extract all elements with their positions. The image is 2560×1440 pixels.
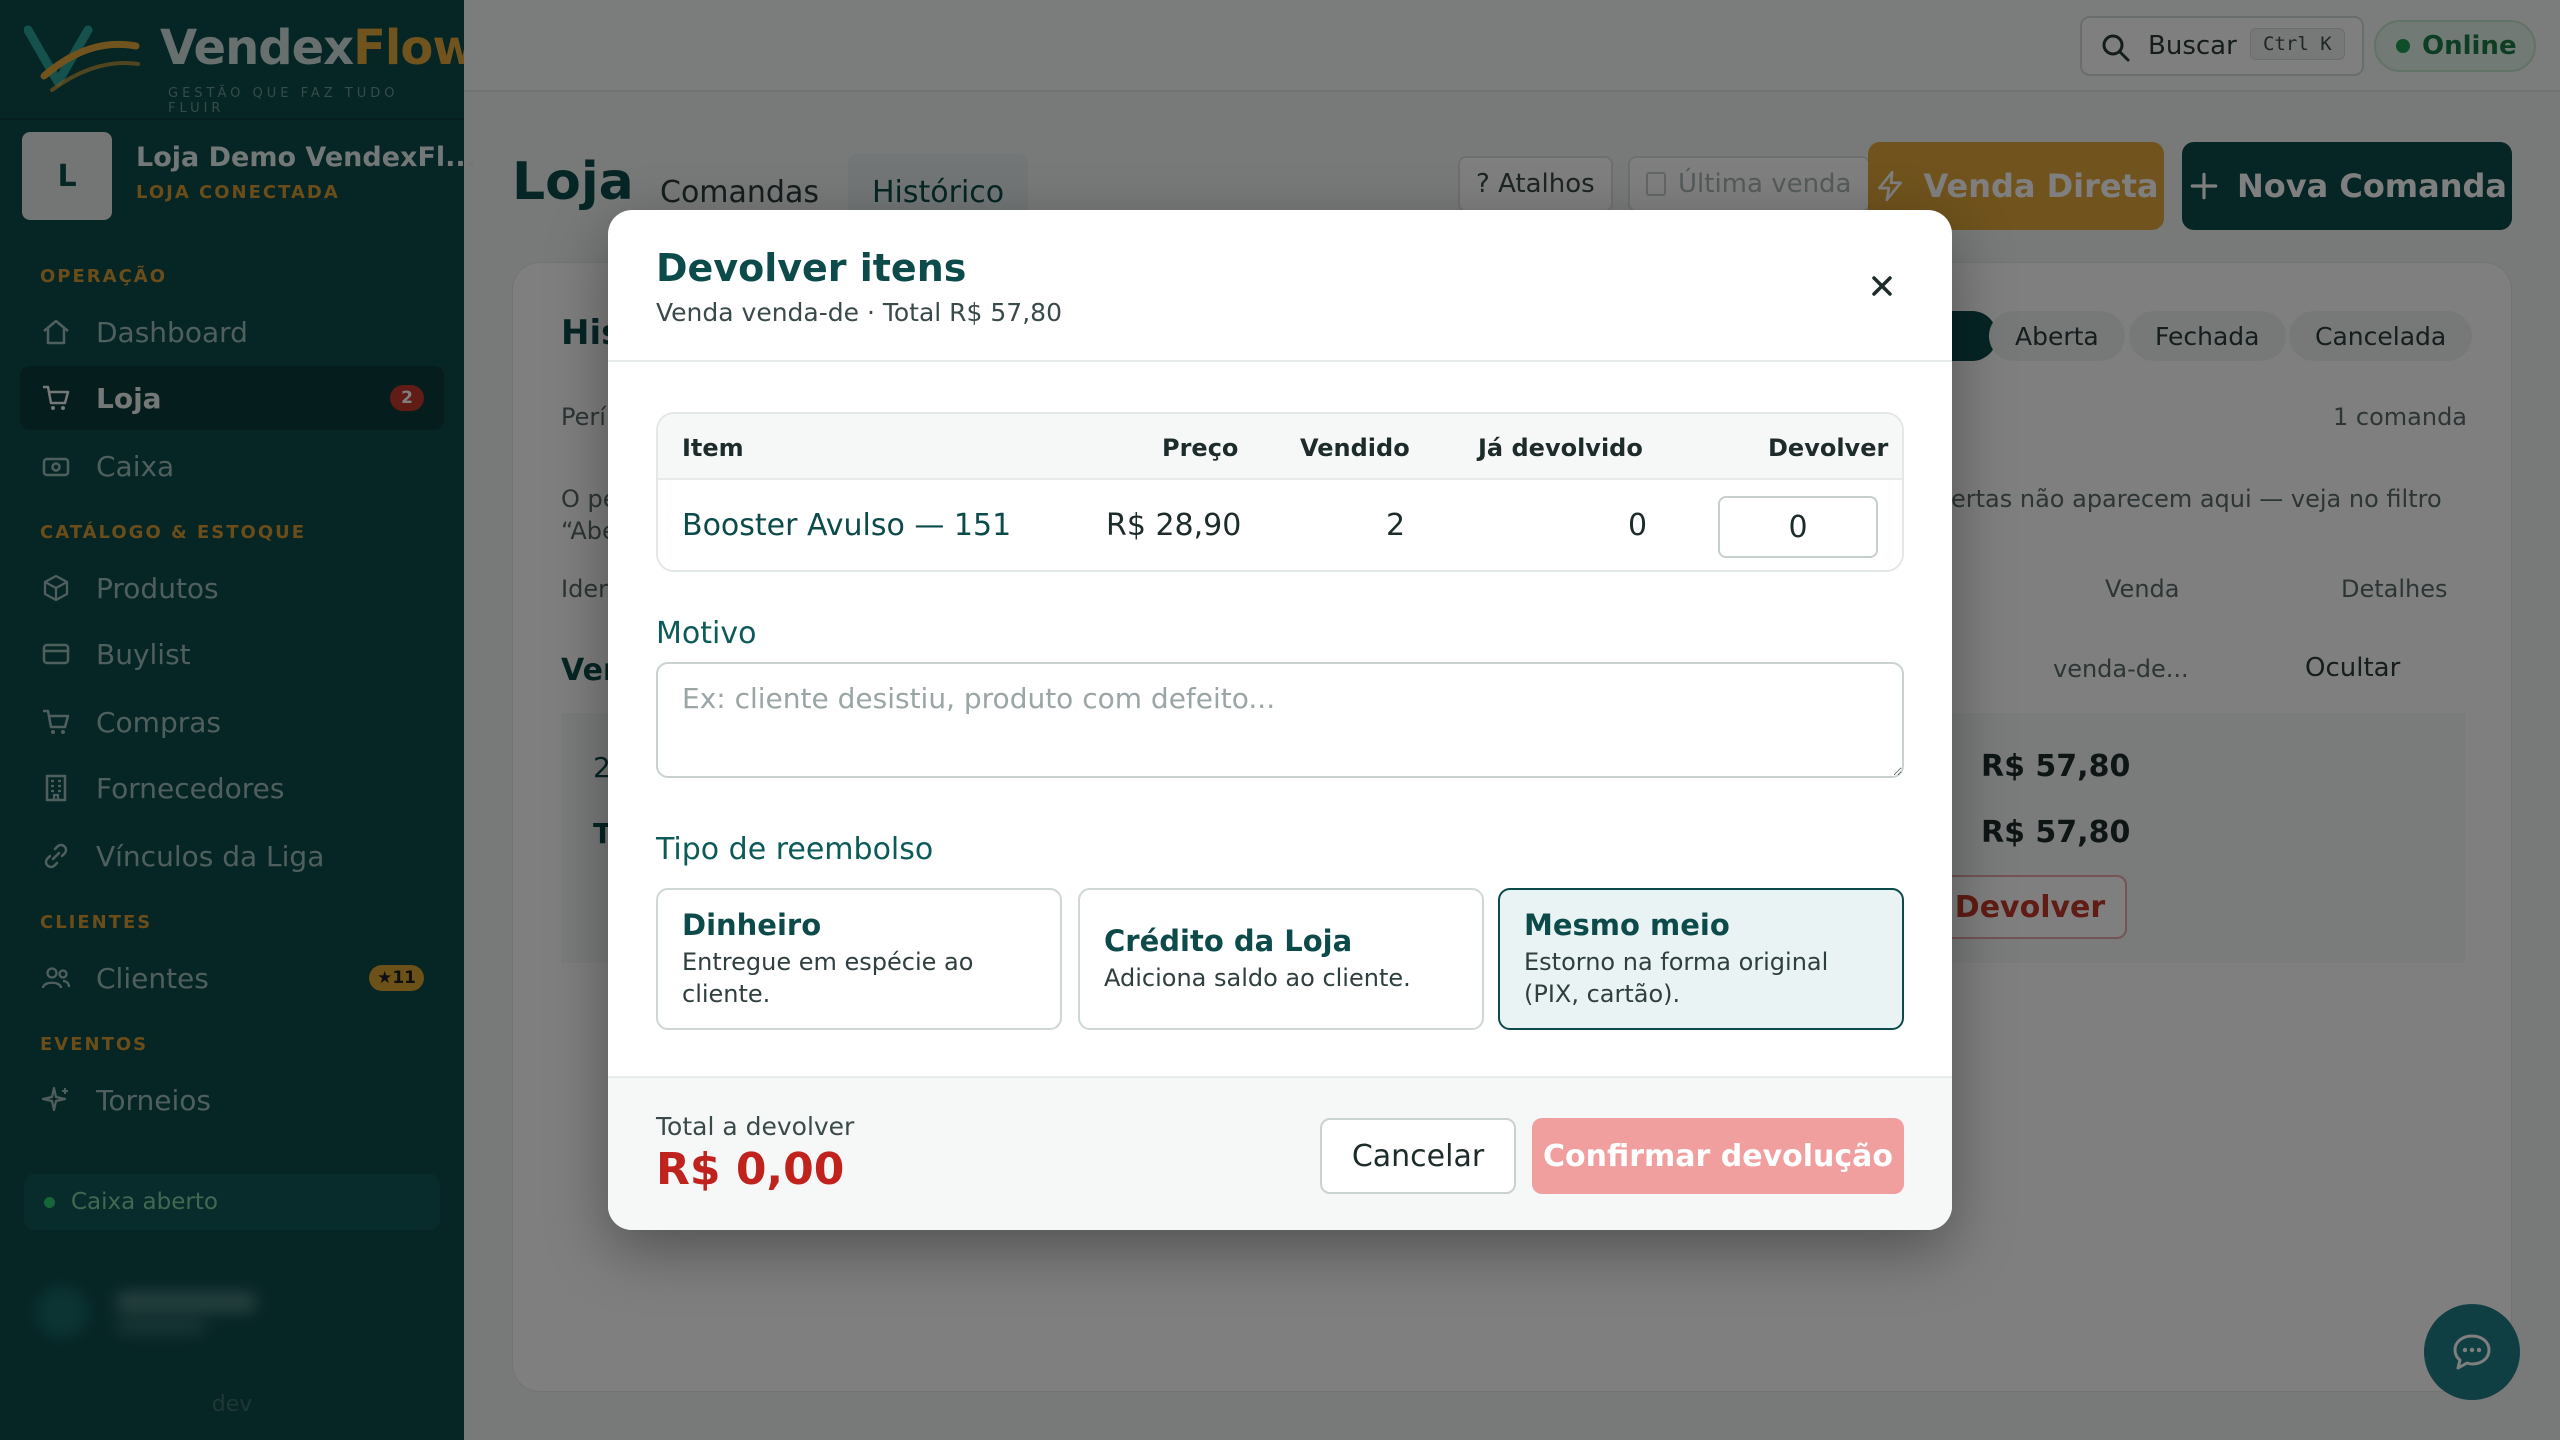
table-header: Item Preço Vendido Já devolvido Devolver [658,414,1902,480]
return-items-table: Item Preço Vendido Já devolvido Devolver… [656,412,1904,572]
column-header-item: Item [682,434,744,462]
refund-option-title: Dinheiro [682,908,822,942]
row-item-name: Booster Avulso — 151 [682,508,1012,543]
row-qty-sold: 2 [1386,508,1406,543]
column-header-sold: Vendido [1300,434,1410,462]
refund-option-store-credit[interactable]: Crédito da Loja Adiciona saldo ao client… [1078,888,1484,1030]
reason-label: Motivo [656,616,757,651]
dialog-header: Devolver itens Venda venda-de · Total R$… [608,210,1952,362]
refund-option-same-method[interactable]: Mesmo meio Estorno na forma original (PI… [1498,888,1904,1030]
column-header-returned: Já devolvido [1478,434,1643,462]
refund-option-title: Crédito da Loja [1104,924,1353,958]
total-label: Total a devolver [656,1112,855,1141]
return-quantity-input[interactable] [1718,496,1878,558]
refund-option-desc: Adiciona saldo ao cliente. [1104,964,1411,992]
column-header-price: Preço [1162,434,1239,462]
dialog-footer: Total a devolver R$ 0,00 Cancelar Confir… [608,1076,1952,1230]
close-icon[interactable] [1862,266,1902,306]
refund-option-title: Mesmo meio [1524,908,1730,942]
dialog-subtitle: Venda venda-de · Total R$ 57,80 [656,298,1062,327]
dialog-title: Devolver itens [656,246,967,290]
row-qty-returned: 0 [1628,508,1648,543]
refund-option-desc: Estorno na forma original (PIX, cartão). [1524,948,1829,1008]
total-value: R$ 0,00 [656,1144,845,1195]
confirm-return-button[interactable]: Confirmar devolução [1532,1118,1904,1194]
refund-type-label: Tipo de reembolso [656,832,934,867]
row-item-price: R$ 28,90 [1106,508,1242,543]
cancel-button[interactable]: Cancelar [1320,1118,1516,1194]
return-items-dialog: Devolver itens Venda venda-de · Total R$… [608,210,1952,1230]
column-header-return: Devolver [1768,434,1889,462]
refund-option-desc: Entregue em espécie ao cliente. [682,948,974,1008]
refund-option-cash[interactable]: Dinheiro Entregue em espécie ao cliente. [656,888,1062,1030]
reason-textarea[interactable] [656,662,1904,778]
